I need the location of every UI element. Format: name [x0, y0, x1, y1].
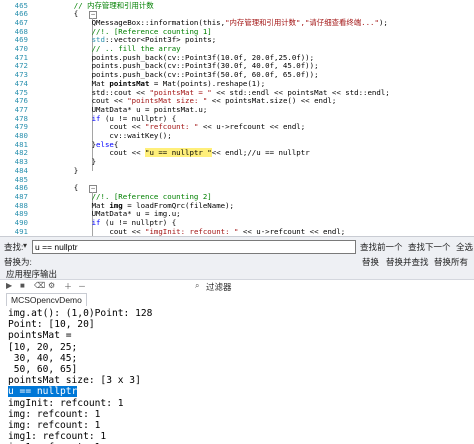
console-line-text: 30, 40, 45;	[8, 352, 78, 364]
console-line: img.at(): (1,0)Point: 128	[8, 308, 152, 319]
code-token: Mat	[56, 200, 110, 210]
output-tab-mcsopencvdemo[interactable]: MCSOpencvDemo	[6, 293, 87, 306]
console-line: [10, 20, 25;	[8, 342, 77, 353]
code-token: cout <<	[56, 96, 128, 106]
console-line-text: [10, 20, 25;	[8, 341, 78, 353]
line-number-gutter: 465 466 467 468 469 470 471 472 473 474 475 476 477 4…	[0, 0, 44, 236]
console-line-text: img: refcount: 1	[8, 420, 101, 431]
code-token: //!. [Reference counting 2]	[56, 191, 212, 201]
console-line: 50, 60, 65]	[8, 364, 78, 375]
code-token: {	[56, 9, 79, 19]
code-line[interactable]: }	[56, 165, 79, 176]
code-token: "u == nullptr "	[145, 148, 212, 158]
code-token: std	[56, 35, 105, 45]
output-panel-titlebar: 应用程序输出	[0, 268, 474, 279]
code-editor[interactable]: 465 466 467 468 469 470 471 472 473 474 475 476 477 4…	[0, 0, 474, 236]
code-token: {	[56, 183, 79, 193]
find-label: 查找:	[4, 242, 24, 252]
code-token: // 内存管理和引用计数	[56, 0, 154, 10]
console-line: pointsMat =	[8, 330, 72, 341]
filter-icon: ⌕	[195, 281, 200, 290]
code-token: ::vector<Point3f> points;	[104, 35, 217, 45]
application-output-console[interactable]: img.at(): (1,0)Point: 128 Point: [10, 20]…	[0, 307, 474, 444]
code-token: "pointsMat size: "	[127, 96, 208, 106]
console-line: img1: refcount: 1	[8, 431, 106, 442]
code-token: }	[56, 157, 97, 167]
console-line: imgInit: refcount: 1	[8, 398, 124, 409]
find-previous-button[interactable]: 查找前一个	[360, 241, 403, 253]
code-token: //!. [Reference counting 1]	[56, 26, 212, 36]
console-line-text: img: refcount: 1	[8, 408, 101, 420]
code-token: cout <<	[56, 148, 145, 158]
find-options-chevron-icon[interactable]: ▾	[23, 241, 27, 250]
replace-button[interactable]: 替换	[362, 256, 379, 268]
code-token: << u->refcount << endl;	[238, 226, 346, 236]
code-token: UMatData* u = pointsMat.u;	[56, 104, 208, 114]
code-token: << pointsMat.size() << endl;	[207, 96, 337, 106]
code-token: << u->refcount << endl;	[198, 122, 306, 132]
run-icon[interactable]: ▶	[6, 281, 12, 290]
code-token: if	[91, 113, 101, 123]
code-token: QMessageBox::information(this,	[56, 17, 226, 27]
code-token: img	[109, 200, 123, 210]
stop-icon[interactable]: ■	[20, 281, 25, 290]
code-token: cout <<	[56, 226, 145, 236]
code-token: UMatData* u = img.u;	[56, 209, 181, 219]
console-line-text: imgInit: refcount: 1	[8, 397, 124, 409]
code-token: std::cout <<	[56, 87, 150, 97]
console-line: u == nullptr	[8, 386, 78, 398]
code-token: = loadFromQrc(fileName);	[122, 200, 235, 210]
code-token: << endl;//u == nullptr	[211, 148, 310, 158]
console-line: Point: [10, 20]	[8, 319, 95, 330]
code-token: {	[113, 139, 119, 149]
output-tab-label: MCSOpencvDemo	[11, 295, 82, 305]
select-all-button[interactable]: 全选	[456, 241, 473, 253]
code-token: (u != nullptr) {	[100, 218, 177, 227]
code-token: (u != nullptr) {	[100, 113, 177, 123]
attach-debugger-icon[interactable]: ⚙	[48, 281, 55, 290]
code-token: cv::waitKey();	[56, 131, 172, 140]
find-replace-bar: 查找: ▾ 查找前一个 查找下一个 全选 替换为: 替换 替换并查找 替换所有	[0, 236, 474, 270]
console-line: img: refcount: 1	[8, 420, 100, 431]
code-token: );	[378, 17, 388, 27]
console-line-text: Point: [10, 20]	[8, 319, 95, 331]
output-tab-bar: MCSOpencvDemo	[0, 291, 474, 307]
console-line: 30, 40, 45;	[8, 352, 78, 364]
console-line-text: img.at(): (1,0)Point: 128	[8, 308, 153, 319]
fold-margin[interactable]: − −	[44, 0, 97, 236]
code-token: << std::endl << pointsMat << std::endl;	[211, 87, 390, 97]
code-token: }	[56, 139, 97, 149]
console-line-text: 50, 60, 65]	[8, 364, 78, 375]
code-token: // .. fill the array	[56, 44, 181, 53]
replace-all-button[interactable]: 替换所有	[434, 256, 468, 268]
code-token: points.push_back(cv::Point3f(10.0f, 20.0…	[56, 52, 315, 62]
code-token: points.push_back(cv::Point3f(50.0f, 60.0…	[56, 70, 319, 80]
code-token: else	[96, 139, 114, 149]
code-token: "refcount: "	[145, 122, 199, 132]
code-token: Mat	[56, 78, 110, 88]
code-token: "pointsMat = "	[149, 87, 212, 97]
console-line: img: refcount: 1	[8, 409, 100, 420]
code-token: }	[56, 165, 79, 175]
find-input[interactable]	[35, 241, 353, 253]
console-line-text: img1: refcount: 1	[8, 431, 107, 443]
code-token: "imgInit: refcount: "	[145, 226, 239, 236]
console-line-text: u == nullptr	[8, 386, 78, 398]
console-line-text: pointsMat size: [3 x 3]	[8, 375, 141, 387]
code-token: if	[91, 218, 101, 227]
console-line-text: pointsMat =	[8, 330, 72, 342]
replace-label: 替换为:	[4, 257, 32, 267]
code-token: = Mat(points).reshape(1);	[149, 78, 266, 88]
replace-and-find-button[interactable]: 替换并查找	[386, 256, 429, 268]
find-next-button[interactable]: 查找下一个	[408, 241, 451, 253]
code-token: cout <<	[56, 122, 145, 132]
code-token: points.push_back(cv::Point3f(30.0f, 40.0…	[56, 61, 319, 71]
code-token: "内存管理和引用计数","请仔细查看终端..."	[225, 17, 379, 27]
code-token: pointsMat	[109, 78, 150, 88]
find-input-box[interactable]	[32, 240, 356, 254]
clear-icon[interactable]: ⌫	[34, 281, 45, 290]
console-line: pointsMat size: [3 x 3]	[8, 375, 141, 386]
